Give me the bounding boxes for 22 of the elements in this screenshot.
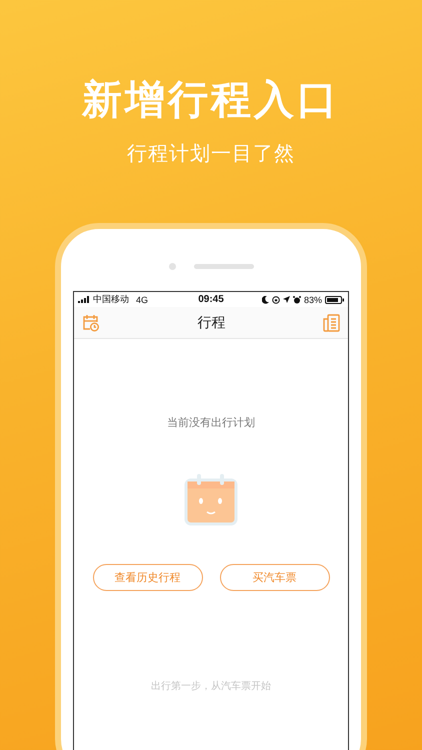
calendar-clock-icon[interactable] [82,314,100,332]
empty-message: 当前没有出行计划 [167,415,255,430]
moon-icon [262,296,269,304]
nav-title: 行程 [198,314,226,332]
carrier-name: 中国移动 [93,293,129,306]
calendar-face-icon [184,474,238,526]
signal-icon [78,296,90,303]
lock-rotation-icon [272,296,280,304]
footer-hint: 出行第一步，从汽车票开始 [151,680,271,693]
action-button[interactable]: 买汽车票 [220,564,330,591]
battery-icon [325,296,344,304]
camera-dot [168,262,176,270]
network-type: 4G [136,294,148,304]
headline: 新增行程入口 [82,76,340,125]
location-arrow-icon [283,296,290,303]
alarm-icon [293,296,301,304]
subheadline: 行程计划一目了然 [127,140,295,166]
battery-percent: 83% [304,294,322,304]
action-button[interactable]: 查看历史行程 [92,564,202,591]
status-time: 09:45 [198,294,224,305]
document-list-icon[interactable] [323,314,340,332]
speaker-grille [194,264,254,268]
